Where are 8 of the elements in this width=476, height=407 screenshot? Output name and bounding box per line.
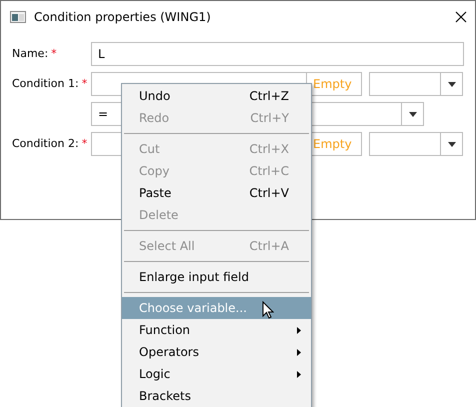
required-mark: *: [82, 76, 88, 92]
field-label: Condition 1:: [12, 76, 79, 92]
field-label: Name:: [12, 46, 48, 62]
value-hint: Empty: [307, 72, 362, 96]
required-mark: *: [51, 46, 57, 62]
field-label: Condition 2:: [12, 136, 79, 152]
required-mark: *: [82, 136, 88, 152]
window-title: Condition properties (WING1): [34, 8, 212, 26]
